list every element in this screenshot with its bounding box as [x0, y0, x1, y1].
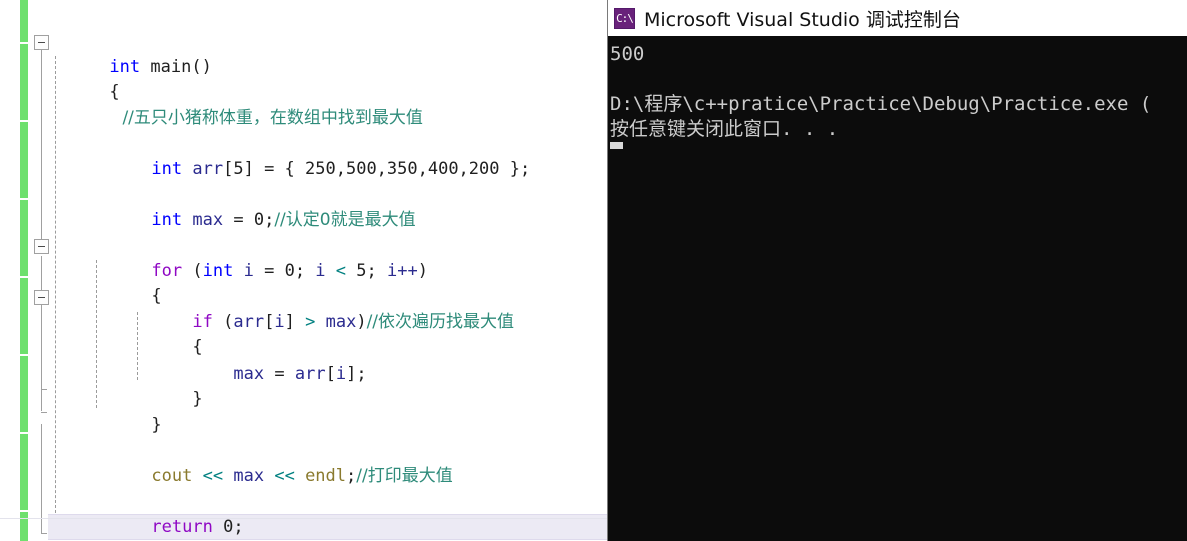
token-greater-than: >	[305, 312, 316, 332]
token-comment-1: //五只小猪称体重，在数组中找到最大值	[122, 108, 423, 128]
token-semicolon: ;	[294, 261, 316, 281]
token-bracket-open: [	[264, 312, 275, 332]
debug-console-window[interactable]: C:\ Microsoft Visual Studio 调试控制台 500 D:…	[607, 0, 1187, 541]
token-semicolon: ;	[233, 517, 244, 537]
token-assign: =	[223, 210, 254, 230]
console-line-output: 500	[610, 43, 645, 65]
token-loop-var-cond: i	[315, 261, 326, 281]
token-cout-identifier: cout	[151, 466, 193, 486]
console-output-area[interactable]: 500 D:\程序\c++pratice\Practice\Debug\Prac…	[608, 36, 1187, 541]
token-array-size: 5	[233, 159, 244, 179]
token-bracket-close: ];	[346, 364, 367, 384]
code-line-11[interactable]: }	[131, 362, 202, 409]
code-text-layer[interactable]: int main() { //五只小猪称体重，在数组中找到最大值 int arr…	[0, 0, 607, 541]
token-parens: ()	[191, 57, 212, 77]
token-comment-2: //认定0就是最大值	[274, 210, 416, 230]
code-line-2[interactable]: {	[48, 55, 119, 102]
token-paren-close: )	[356, 312, 367, 332]
token-max-ref: max	[325, 312, 357, 332]
token-bracket-open: [	[223, 159, 234, 179]
token-array-values: 250,500,350,400,200	[305, 159, 500, 179]
token-max-init: 0	[253, 210, 265, 230]
token-arr-ref: arr	[233, 312, 265, 332]
token-bracket-open: [	[325, 364, 336, 384]
token-int-keyword-arr: int	[151, 159, 183, 179]
token-paren-open: (	[182, 261, 203, 281]
console-title: Microsoft Visual Studio 调试控制台	[644, 8, 961, 31]
token-loop-inc: i++	[387, 261, 418, 281]
token-max-output: max	[233, 466, 265, 486]
code-line-9[interactable]: {	[131, 310, 202, 357]
token-semicolon: ;	[346, 466, 357, 486]
code-line-13[interactable]: cout << max << endl;//打印最大值	[90, 439, 452, 486]
code-line-12[interactable]: }	[90, 388, 161, 435]
code-line-14[interactable]: return 0;	[90, 490, 243, 537]
token-less-than: <	[335, 261, 347, 281]
token-assign: =	[264, 364, 295, 384]
console-cursor	[610, 142, 623, 149]
code-line-4[interactable]: int arr[5] = { 250,500,350,400,200 };	[90, 132, 530, 179]
token-int-keyword-max: int	[151, 210, 183, 230]
token-semicolon: ;	[264, 210, 275, 230]
code-line-3[interactable]: //五只小猪称体重，在数组中找到最大值	[90, 81, 422, 128]
token-main-identifier: main	[150, 57, 192, 77]
token-loop-limit: 5	[356, 261, 367, 281]
token-arr-read: arr	[294, 364, 326, 384]
token-max-assign: max	[233, 364, 265, 384]
token-close-brace-for: }	[151, 415, 162, 435]
token-int-keyword-loop: int	[202, 261, 234, 281]
token-loop-start: 0	[284, 261, 295, 281]
cmd-prompt-icon-label: C:\	[616, 11, 634, 25]
token-endl-identifier: endl	[305, 466, 347, 486]
code-line-6[interactable]: for (int i = 0; i < 5; i++)	[90, 234, 428, 281]
code-editor-pane[interactable]: int main() { //五只小猪称体重，在数组中找到最大值 int arr…	[0, 0, 607, 541]
token-loop-var: i	[243, 261, 254, 281]
token-comment-3: //依次遍历找最大值	[366, 312, 515, 332]
token-bracket-close: ]	[284, 312, 306, 332]
code-line-15[interactable]: }	[48, 516, 120, 541]
token-loop-var-index: i	[274, 312, 285, 332]
code-line-5[interactable]: int max = 0;//认定0就是最大值	[90, 183, 415, 230]
editor-bottom-separator	[0, 518, 607, 519]
console-title-bar[interactable]: C:\ Microsoft Visual Studio 调试控制台	[608, 0, 1187, 36]
token-bracket-close: ] = {	[243, 159, 306, 179]
token-stream-insert-2: <<	[274, 466, 295, 486]
token-stream-insert-1: <<	[202, 466, 224, 486]
token-loop-var-read: i	[335, 364, 347, 384]
code-line-1[interactable]: int main()	[48, 30, 211, 77]
token-assign: =	[253, 261, 285, 281]
code-line-7[interactable]: {	[90, 259, 161, 306]
token-return-keyword: return	[151, 517, 213, 537]
token-max-identifier: max	[192, 210, 224, 230]
token-return-value: 0	[223, 517, 234, 537]
token-comment-4: //打印最大值	[356, 466, 453, 486]
token-init-close: };	[499, 159, 531, 179]
console-line-prompt: 按任意键关闭此窗口. . .	[610, 118, 839, 140]
token-paren-close: )	[417, 261, 428, 281]
token-arr-identifier: arr	[192, 159, 224, 179]
token-close-brace-if: }	[192, 389, 203, 409]
code-line-10[interactable]: max = arr[i];	[172, 337, 366, 384]
token-paren-open: (	[212, 312, 234, 332]
token-semicolon: ;	[366, 261, 388, 281]
cmd-prompt-icon: C:\	[614, 7, 635, 29]
console-line-exe-path: D:\程序\c++pratice\Practice\Debug\Practice…	[610, 93, 1152, 115]
code-line-8[interactable]: if (arr[i] > max)//依次遍历找最大值	[131, 285, 514, 332]
